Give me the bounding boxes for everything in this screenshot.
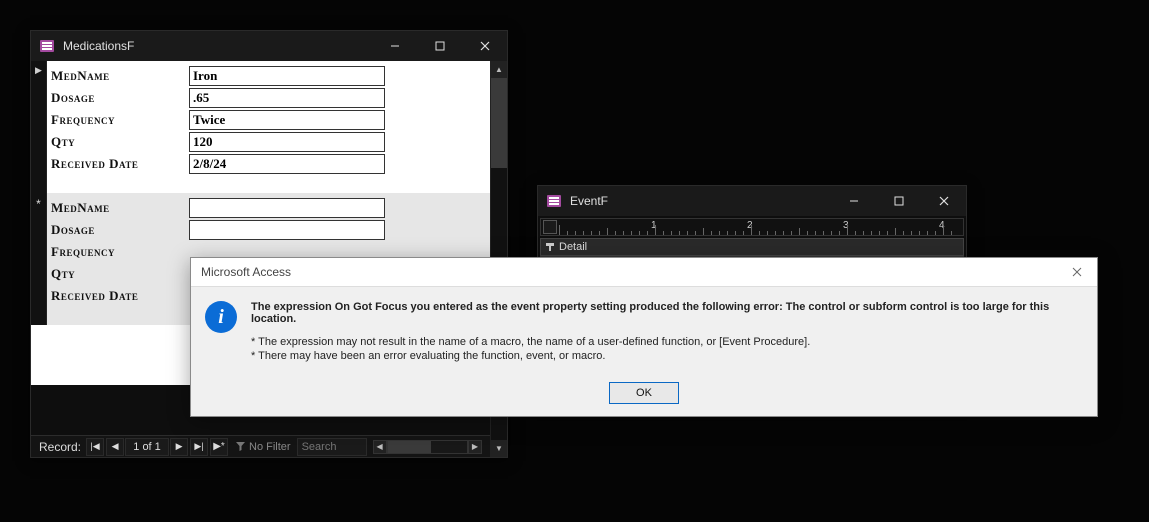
nav-first-button[interactable]: |◀ (86, 438, 104, 456)
record-navigation-bar: Record: |◀ ◀ 1 of 1 ▶ ▶| ▶* No Filter ◀ … (31, 435, 490, 457)
access-form-icon (546, 193, 562, 209)
record-selector-new[interactable]: * (31, 193, 47, 325)
nav-prev-button[interactable]: ◀ (106, 438, 124, 456)
minimize-button[interactable] (372, 31, 417, 61)
received-date-label-new: Received Date (49, 288, 189, 304)
qty-field[interactable] (189, 132, 385, 152)
qty-label: Qty (49, 134, 189, 150)
nav-last-button[interactable]: ▶| (190, 438, 208, 456)
minimize-button[interactable] (831, 186, 876, 216)
vscroll-down-button[interactable]: ▼ (491, 440, 507, 457)
ruler-ticks: 1 2 3 4 (559, 219, 963, 235)
detail-section-header[interactable]: Detail (540, 238, 964, 256)
record-nav-label: Record: (39, 440, 81, 454)
hscroll-left-button[interactable]: ◀ (373, 440, 387, 454)
horizontal-scrollbar[interactable]: ◀ ▶ (373, 442, 482, 452)
received-date-label: Received Date (49, 156, 189, 172)
frequency-label: Frequency (49, 112, 189, 128)
record-current: ▶ MedName Dosage Frequency (31, 61, 490, 193)
medications-titlebar[interactable]: MedicationsF (31, 31, 507, 61)
dialog-title[interactable]: Microsoft Access (191, 258, 1057, 286)
record-selector-current[interactable]: ▶ (31, 61, 47, 193)
eventf-titlebar[interactable]: EventF (538, 186, 966, 216)
dosage-field[interactable] (189, 88, 385, 108)
nav-search-input[interactable] (297, 438, 367, 456)
filter-toggle[interactable]: No Filter (235, 441, 291, 453)
maximize-button[interactable] (876, 186, 921, 216)
hscroll-right-button[interactable]: ▶ (468, 440, 482, 454)
ok-button[interactable]: OK (609, 382, 679, 404)
record-position[interactable]: 1 of 1 (125, 438, 169, 456)
frequency-field[interactable] (189, 110, 385, 130)
qty-label-new: Qty (49, 266, 189, 282)
info-icon: i (205, 301, 237, 333)
dialog-close-button[interactable] (1057, 258, 1097, 286)
received-date-field[interactable] (189, 154, 385, 174)
filter-label: No Filter (249, 441, 291, 453)
dialog-bullet-2: * There may have been an error evaluatin… (251, 349, 1083, 363)
medname-label: MedName (49, 68, 189, 84)
medname-label-new: MedName (49, 200, 189, 216)
close-button[interactable] (462, 31, 507, 61)
close-button[interactable] (921, 186, 966, 216)
design-ruler[interactable]: 1 2 3 4 (540, 218, 964, 236)
dosage-label-new: Dosage (49, 222, 189, 238)
error-dialog: Microsoft Access i The expression On Got… (190, 257, 1098, 417)
section-band-icon (545, 242, 555, 252)
maximize-button[interactable] (417, 31, 462, 61)
access-form-icon (39, 38, 55, 54)
medname-field-new[interactable] (189, 198, 385, 218)
vscroll-up-button[interactable]: ▲ (491, 61, 507, 78)
vscroll-thumb[interactable] (491, 78, 507, 168)
dialog-bullet-1: * The expression may not result in the n… (251, 335, 1083, 349)
dosage-field-new[interactable] (189, 220, 385, 240)
nav-new-button[interactable]: ▶* (210, 438, 228, 456)
detail-section-label: Detail (559, 241, 587, 253)
nav-next-button[interactable]: ▶ (170, 438, 188, 456)
dosage-label: Dosage (49, 90, 189, 106)
frequency-label-new: Frequency (49, 244, 189, 260)
medications-title: MedicationsF (63, 39, 372, 53)
eventf-title: EventF (570, 194, 831, 208)
ruler-selector-box[interactable] (543, 220, 557, 234)
medname-field[interactable] (189, 66, 385, 86)
dialog-main-text: The expression On Got Focus you entered … (251, 301, 1083, 325)
